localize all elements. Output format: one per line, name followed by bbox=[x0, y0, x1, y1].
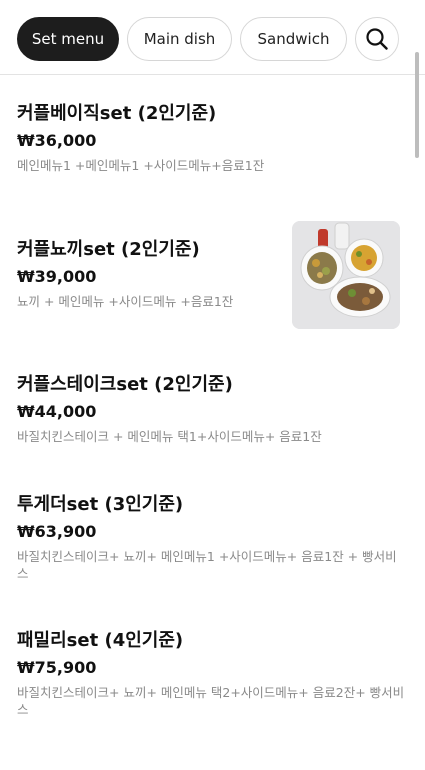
tab-main-dish[interactable]: Main dish bbox=[127, 17, 232, 61]
menu-item-description: 메인메뉴1 +메인메뉴1 +사이드메뉴+음료1잔 bbox=[17, 158, 265, 173]
menu-item-price: ₩63,900 bbox=[17, 522, 97, 541]
menu-item-name: 패밀리set (4인기준) bbox=[17, 630, 184, 651]
menu-item-price: ₩36,000 bbox=[17, 131, 97, 150]
scrollbar[interactable] bbox=[415, 52, 419, 158]
food-photo-image bbox=[292, 221, 400, 329]
menu-item-photo[interactable] bbox=[292, 221, 400, 329]
search-button[interactable] bbox=[355, 17, 399, 61]
menu-item[interactable]: 투게더set (3인기준) ₩63,900 바질치킨스테이크+ 뇨끼+ 메인메뉴… bbox=[17, 493, 407, 582]
menu-item-description: 바질치킨스테이크 + 메인메뉴 택1+사이드메뉴+ 음료1잔 bbox=[17, 429, 322, 444]
menu-item[interactable]: 커플뇨끼set (2인기준) ₩39,000 뇨끼 + 메인메뉴 +사이드메뉴 … bbox=[17, 238, 282, 310]
menu-item-name: 투게더set (3인기준) bbox=[17, 494, 184, 515]
menu-item-description: 뇨끼 + 메인메뉴 +사이드메뉴 +음료1잔 bbox=[17, 294, 234, 309]
menu-item-name: 커플스테이크set (2인기준) bbox=[17, 374, 233, 395]
menu-item-price: ₩39,000 bbox=[17, 267, 97, 286]
menu-item-description: 바질치킨스테이크+ 뇨끼+ 메인메뉴1 +사이드메뉴+ 음료1잔 + 빵서비스 bbox=[17, 549, 397, 581]
menu-item[interactable]: 패밀리set (4인기준) ₩75,900 바질치킨스테이크+ 뇨끼+ 메인메뉴… bbox=[17, 629, 407, 718]
menu-item[interactable]: 커플스테이크set (2인기준) ₩44,000 바질치킨스테이크 + 메인메뉴… bbox=[17, 373, 407, 445]
menu-item-price: ₩75,900 bbox=[17, 658, 97, 677]
tabs-fade bbox=[395, 0, 425, 73]
menu-item-name: 커플뇨끼set (2인기준) bbox=[17, 239, 200, 260]
tab-set-menu[interactable]: Set menu bbox=[17, 17, 119, 61]
category-tabs: Set menu Main dish Sandwich bbox=[0, 0, 425, 75]
search-icon bbox=[366, 28, 388, 50]
menu-item-description: 바질치킨스테이크+ 뇨끼+ 메인메뉴 택2+사이드메뉴+ 음료2잔+ 빵서비스 bbox=[17, 685, 405, 717]
tab-sandwich[interactable]: Sandwich bbox=[240, 17, 347, 61]
menu-item[interactable]: 커플베이직set (2인기준) ₩36,000 메인메뉴1 +메인메뉴1 +사이… bbox=[17, 102, 407, 174]
menu-item-name: 커플베이직set (2인기준) bbox=[17, 103, 217, 124]
menu-item-price: ₩44,000 bbox=[17, 402, 97, 421]
